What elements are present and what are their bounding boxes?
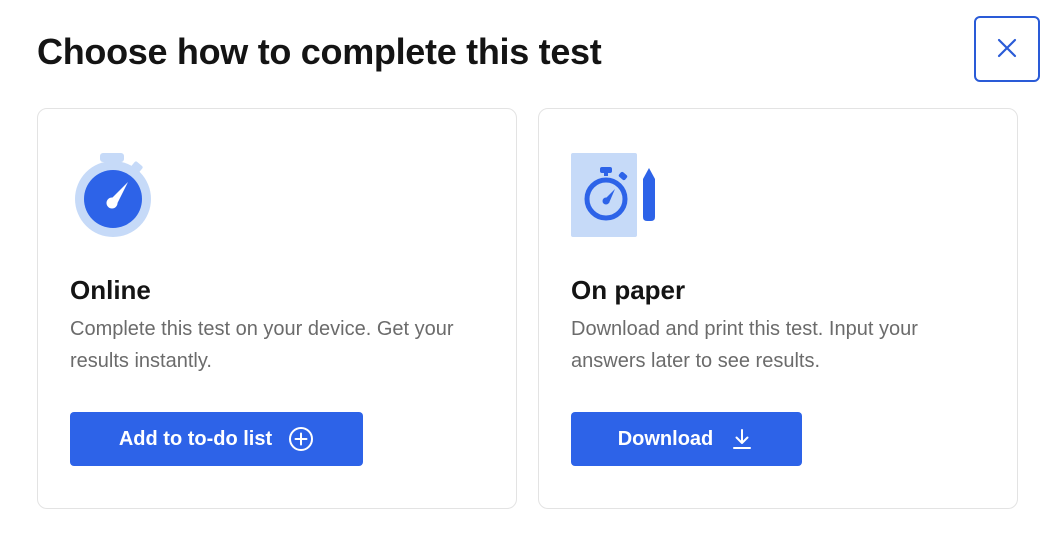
- dialog-title: Choose how to complete this test: [37, 31, 602, 72]
- stopwatch-paper-pencil-icon: [571, 153, 661, 243]
- stopwatch-icon: [70, 151, 160, 241]
- close-icon: [996, 37, 1018, 62]
- option-card-online: Online Complete this test on your device…: [37, 108, 517, 509]
- download-icon: [729, 426, 755, 452]
- button-label: Download: [617, 427, 714, 450]
- close-button[interactable]: [974, 16, 1040, 82]
- option-description: Complete this test on your device. Get y…: [70, 318, 454, 372]
- plus-circle-icon: [288, 426, 314, 452]
- option-card-paper: On paper Download and print this test. I…: [538, 108, 1018, 509]
- choose-completion-dialog: Choose how to complete this test Online …: [0, 0, 1056, 546]
- option-title: Online: [70, 275, 151, 305]
- option-description: Download and print this test. Input your…: [571, 318, 918, 372]
- add-to-todo-button[interactable]: Add to to-do list: [70, 412, 363, 466]
- download-button[interactable]: Download: [571, 412, 802, 466]
- option-title: On paper: [571, 275, 686, 305]
- button-label: Add to to-do list: [118, 427, 273, 450]
